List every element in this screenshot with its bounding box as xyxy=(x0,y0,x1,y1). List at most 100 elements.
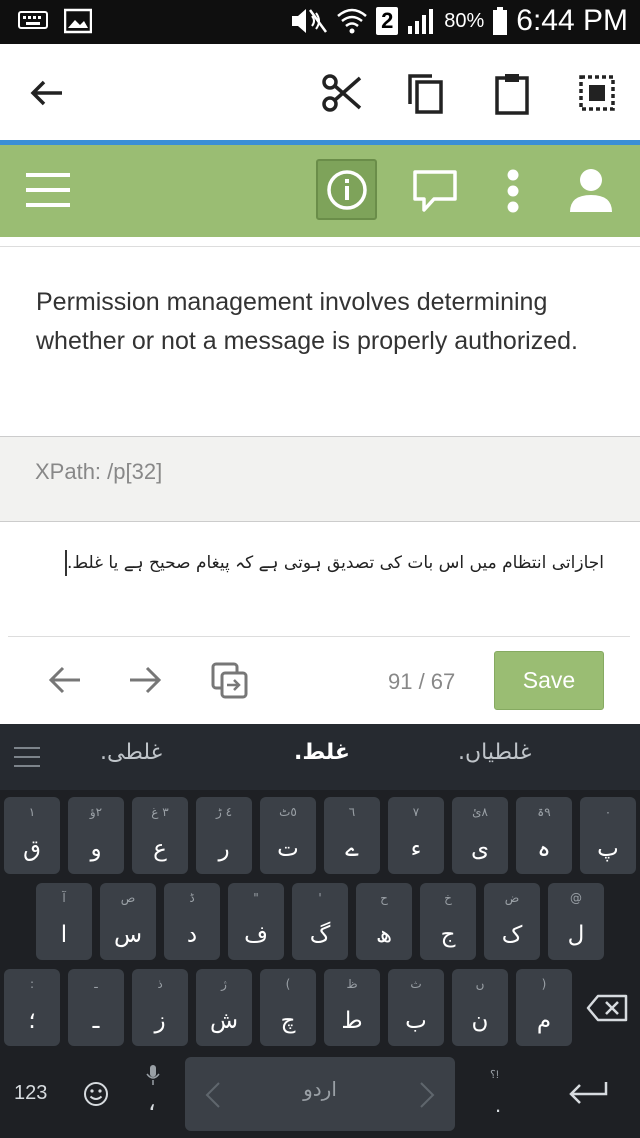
key-hint: ٤ ڑ xyxy=(215,805,233,819)
select-all-icon[interactable] xyxy=(578,74,616,112)
suggestion-middle[interactable]: غلط. xyxy=(294,740,350,765)
key-label: ز xyxy=(154,1008,166,1034)
suggestion-right[interactable]: غلطیاں. xyxy=(458,740,531,765)
backspace-icon[interactable] xyxy=(586,994,628,1022)
enter-icon[interactable] xyxy=(568,1080,608,1106)
copy-source-icon[interactable] xyxy=(210,661,250,701)
space-language-label: اردو xyxy=(303,1077,337,1101)
key-label: ک xyxy=(501,922,523,948)
key-label: ے xyxy=(345,836,359,862)
key-hint: ٨ئ xyxy=(472,805,488,819)
next-segment-icon[interactable] xyxy=(128,665,162,695)
key-label: ع xyxy=(153,836,167,862)
soft-keyboard: غلطی. غلط. غلطیاں. ١ق ٢ؤ و ٣ غع ٤ ڑر ٥ٹ ت … xyxy=(0,724,640,1138)
copy-icon[interactable] xyxy=(406,72,446,116)
key-semicolon[interactable]: : ؛ xyxy=(4,969,60,1046)
key-sheen[interactable]: ژش xyxy=(196,969,252,1046)
key-hint: خ xyxy=(444,891,452,905)
key-noon[interactable]: ںن xyxy=(452,969,508,1046)
key-lam[interactable]: @ ل xyxy=(548,883,604,960)
paste-icon[interactable] xyxy=(494,72,530,116)
source-segment: Permission management involves determini… xyxy=(0,246,640,436)
key-dal[interactable]: ڈد xyxy=(164,883,220,960)
key-label: د xyxy=(186,922,198,948)
key-kaf[interactable]: ضک xyxy=(484,883,540,960)
key-gaf[interactable]: ' گ xyxy=(292,883,348,960)
key-meem[interactable]: ) م xyxy=(516,969,572,1046)
key-ray[interactable]: ٤ ڑ ر xyxy=(196,797,252,874)
key-jeem[interactable]: خج xyxy=(420,883,476,960)
key-label: ی xyxy=(470,836,489,862)
key-bay[interactable]: ثب xyxy=(388,969,444,1046)
key-bari-yay[interactable]: ٦ے xyxy=(324,797,380,874)
key-label: چ xyxy=(280,1008,296,1034)
key-hint: ٥ٹ xyxy=(279,805,297,819)
save-button[interactable]: Save xyxy=(494,651,604,710)
period-key[interactable]: . xyxy=(495,1092,501,1118)
space-bar[interactable]: اردو xyxy=(185,1057,455,1131)
period-key-hint: ؟! xyxy=(490,1069,499,1081)
key-label: گ xyxy=(309,922,331,948)
info-button[interactable] xyxy=(316,159,377,220)
key-label: ط xyxy=(341,1008,363,1034)
translation-editor[interactable]: اجازاتی انتظام میں اس بات کی تصدیق ہوتی … xyxy=(0,522,640,636)
clock: 6:44 PM xyxy=(516,4,628,37)
suggestion-left[interactable]: غلطی. xyxy=(100,740,162,765)
key-hamza[interactable]: ٧ء xyxy=(388,797,444,874)
more-vert-icon[interactable] xyxy=(505,169,521,213)
key-label: ر xyxy=(218,836,230,862)
action-bar xyxy=(0,44,640,140)
key-tatweel[interactable]: ــ xyxy=(68,969,124,1046)
key-label: ت xyxy=(277,836,299,862)
emoji-icon[interactable] xyxy=(83,1081,109,1107)
key-toay[interactable]: ظط xyxy=(324,969,380,1046)
key-hay[interactable]: ٩ۃ ہ xyxy=(516,797,572,874)
key-ain[interactable]: ٣ غ ع xyxy=(132,797,188,874)
comma-key[interactable]: ، xyxy=(148,1088,156,1117)
key-label: ش xyxy=(209,1008,239,1034)
account-icon[interactable] xyxy=(568,167,614,213)
cut-icon[interactable] xyxy=(320,72,362,114)
key-qaf[interactable]: ١ق xyxy=(4,797,60,874)
translation-text-field[interactable]: اجازاتی انتظام میں اس بات کی تصدیق ہوتی … xyxy=(34,546,604,580)
microphone-icon xyxy=(146,1065,160,1085)
back-arrow-icon[interactable] xyxy=(28,78,64,108)
key-label: ء xyxy=(410,836,422,862)
key-hint: ٧ xyxy=(412,805,420,819)
key-zay[interactable]: ذز xyxy=(132,969,188,1046)
key-hint: ـ xyxy=(94,977,98,991)
key-hint: : xyxy=(29,977,35,991)
comment-icon[interactable] xyxy=(412,169,458,213)
editor-toolbar xyxy=(0,145,640,237)
battery-percent: 80% xyxy=(444,9,485,32)
menu-icon[interactable] xyxy=(26,173,70,207)
suggestion-strip: غلطی. غلط. غلطیاں. xyxy=(0,724,640,790)
keyboard-menu-icon[interactable] xyxy=(14,746,40,768)
previous-segment-icon[interactable] xyxy=(48,665,82,695)
key-label: ا xyxy=(60,922,68,948)
key-fay[interactable]: " ف xyxy=(228,883,284,960)
key-alif[interactable]: آا xyxy=(36,883,92,960)
mute-icon xyxy=(292,9,328,33)
key-hint: ض xyxy=(504,891,520,905)
status-bar: 2 80% 6:44 PM xyxy=(0,0,640,44)
key-waw[interactable]: ٢ؤ و xyxy=(68,797,124,874)
key-tay[interactable]: ٥ٹ ت xyxy=(260,797,316,874)
numbers-key[interactable]: 123 xyxy=(14,1082,47,1105)
key-seen[interactable]: صس xyxy=(100,883,156,960)
key-label: ھ xyxy=(375,922,393,948)
source-text: Permission management involves determini… xyxy=(36,288,578,355)
key-pay[interactable]: ٠پ xyxy=(580,797,636,874)
key-hint: ٦ xyxy=(348,805,356,819)
key-label: ؛ xyxy=(28,1008,36,1034)
key-hint: ڈ xyxy=(189,891,195,905)
key-yay[interactable]: ٨ئ ی xyxy=(452,797,508,874)
translation-text[interactable]: اجازاتی انتظام میں اس بات کی تصدیق ہوتی … xyxy=(67,553,604,573)
key-hint: ٣ غ xyxy=(151,805,169,819)
key-hint: ' xyxy=(318,891,322,905)
key-do-chashmi-hay[interactable]: حھ xyxy=(356,883,412,960)
segment-counter: 91 / 67 xyxy=(388,669,456,694)
keyboard-icon xyxy=(18,11,48,29)
key-label: ـ xyxy=(92,1008,100,1034)
key-chay[interactable]: (چ xyxy=(260,969,316,1046)
